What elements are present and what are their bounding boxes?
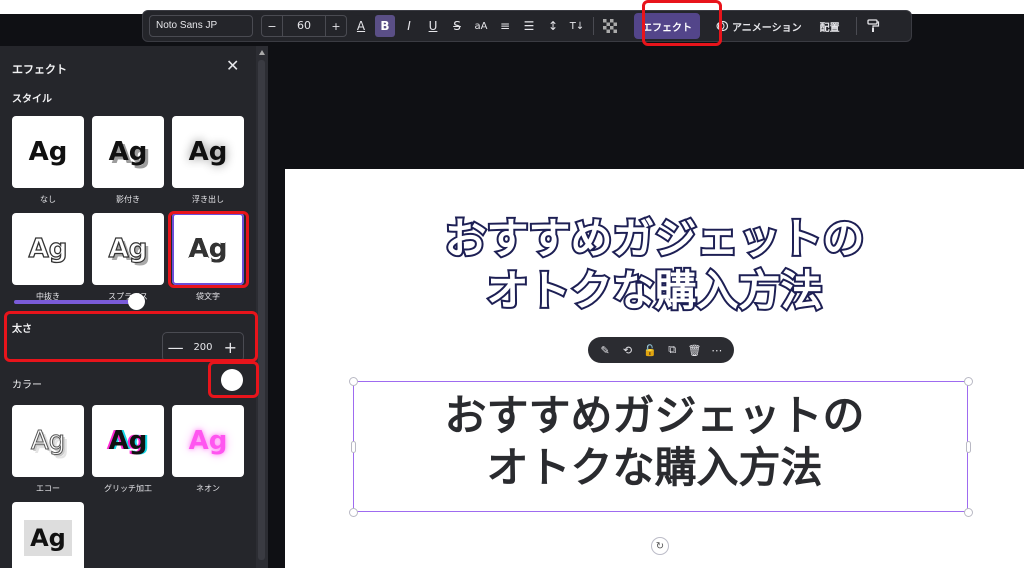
style-tile-shadow[interactable]: Ag (92, 116, 164, 188)
font-family-select[interactable]: Noto Sans JP (149, 15, 253, 37)
highlight-thickness (4, 311, 258, 362)
headline-line: おすすめガジェットの (442, 212, 866, 265)
style-section-label: スタイル (12, 94, 52, 105)
editor-screen: Noto Sans JP − 60 + A B I U S aA ≡ ☰ ↕ T… (0, 0, 1024, 568)
resize-handle-bottom-right[interactable] (964, 508, 973, 517)
color-label: カラー (12, 380, 42, 391)
effects-panel: エフェクト ✕ スタイル Ag なし Ag 影付き Ag 浮き出し Ag 中抜き… (0, 46, 268, 568)
style-tile-echo[interactable]: Ag (12, 405, 84, 477)
style-label: 浮き出し (192, 195, 224, 204)
style-tile-glitch[interactable]: Ag (92, 405, 164, 477)
close-icon[interactable]: ✕ (226, 58, 239, 74)
style-sample: Ag (30, 426, 66, 457)
lock-icon[interactable]: 🔓 (642, 344, 658, 357)
bold-button[interactable]: B (375, 15, 395, 37)
style-sample: Ag (28, 233, 68, 264)
comment-icon[interactable]: ⟲ (619, 344, 635, 357)
floating-toolbar: ✎ ⟲ 🔓 ⧉ 🗑 ⋯ (588, 337, 734, 363)
rotate-icon[interactable]: ↻ (651, 537, 669, 555)
spacing-icon[interactable]: ↕ (543, 15, 563, 37)
outlined-headline[interactable]: おすすめガジェットの オトクな購入方法 (285, 212, 1024, 317)
thickness-slider-handle[interactable] (127, 293, 145, 310)
strikethrough-button[interactable]: S (447, 15, 467, 37)
italic-button[interactable]: I (399, 15, 419, 37)
style-tile-background[interactable]: Ag (12, 502, 84, 568)
resize-handle-top-right[interactable] (964, 377, 973, 386)
align-icon[interactable]: ≡ (495, 15, 515, 37)
underline-button[interactable]: U (423, 15, 443, 37)
style-tile-none[interactable]: Ag (12, 116, 84, 188)
font-size-decrease-button[interactable]: − (262, 20, 282, 33)
panel-title: エフェクト (12, 63, 67, 76)
selection-box (353, 381, 968, 512)
style-sample: Ag (108, 137, 148, 167)
transparency-icon[interactable] (600, 15, 620, 37)
headline-line: オトクな購入方法 (484, 264, 824, 317)
style-label: グリッチ加工 (104, 484, 152, 493)
resize-handle-top-left[interactable] (349, 377, 358, 386)
resize-handle-right[interactable] (966, 441, 971, 453)
style-tile-lift[interactable]: Ag (172, 116, 244, 188)
vertical-text-icon[interactable]: T↓ (567, 15, 587, 37)
style-sample: Ag (188, 426, 228, 456)
toolbar-divider (855, 17, 857, 35)
highlight-outline-style (168, 211, 249, 288)
style-label: エコー (36, 484, 60, 493)
scrollbar-thumb[interactable] (258, 60, 265, 560)
toolbar-divider (593, 17, 594, 35)
checker-icon (603, 19, 617, 33)
style-sample: Ag (24, 520, 72, 556)
style-sample: Ag (188, 137, 228, 167)
font-size-increase-button[interactable]: + (326, 20, 346, 33)
resize-handle-bottom-left[interactable] (349, 508, 358, 517)
animation-button[interactable]: アニメーション (716, 19, 802, 34)
format-painter-icon (866, 19, 879, 32)
scroll-up-icon[interactable] (259, 50, 265, 55)
style-label: なし (40, 195, 56, 204)
text-color-button[interactable]: A (351, 15, 371, 37)
style-sample: Ag (108, 426, 148, 456)
layout-button[interactable]: 配置 (820, 19, 840, 34)
list-icon[interactable]: ☰ (519, 15, 539, 37)
animation-label: アニメーション (732, 22, 802, 34)
style-sample: Ag (108, 233, 148, 264)
text-toolbar: Noto Sans JP − 60 + A B I U S aA ≡ ☰ ↕ T… (142, 10, 912, 42)
font-size-stepper: − 60 + (261, 15, 347, 37)
trash-icon[interactable]: 🗑 (686, 344, 702, 357)
style-sample: Ag (28, 137, 68, 167)
duplicate-icon[interactable]: ⧉ (664, 343, 680, 357)
highlight-color-swatch (208, 361, 259, 398)
highlight-effect-button (642, 0, 722, 46)
style-tile-splice[interactable]: Ag (92, 213, 164, 285)
thickness-slider-track[interactable] (14, 300, 142, 304)
more-icon[interactable]: ⋯ (709, 344, 725, 357)
style-label: 袋文字 (196, 292, 220, 301)
letter-case-button[interactable]: aA (471, 15, 491, 37)
magic-edit-icon[interactable]: ✎ (597, 344, 613, 357)
font-size-input[interactable]: 60 (282, 16, 326, 36)
style-label: 影付き (116, 195, 140, 204)
paint-roller-icon[interactable] (863, 15, 883, 37)
resize-handle-left[interactable] (351, 441, 356, 453)
style-tile-neon[interactable]: Ag (172, 405, 244, 477)
style-label: ネオン (196, 484, 220, 493)
style-tile-hollow[interactable]: Ag (12, 213, 84, 285)
